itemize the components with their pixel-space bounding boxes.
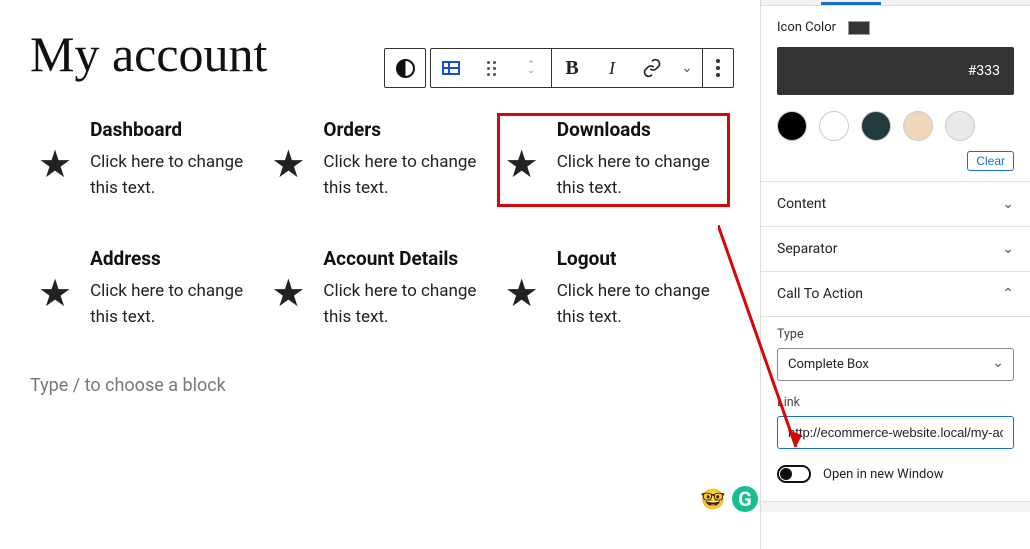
info-box-dashboard[interactable]: ★ Dashboard Click here to change this te… (30, 113, 263, 207)
info-box-desc: Click here to change this text. (557, 149, 722, 202)
info-box-orders[interactable]: ★ Orders Click here to change this text. (263, 113, 496, 207)
link-button[interactable] (632, 49, 672, 87)
info-box-account-details[interactable]: ★ Account Details Click here to change t… (263, 242, 496, 336)
info-box-logout[interactable]: ★ Logout Click here to change this text. (497, 242, 730, 336)
emoji-nerd-icon[interactable]: 🤓 (700, 486, 726, 512)
icon-color-label: Icon Color (777, 20, 836, 35)
bold-button[interactable]: B (552, 49, 592, 87)
sidebar-tabs[interactable] (761, 0, 1030, 6)
palette-swatch[interactable] (903, 111, 933, 141)
grammarly-icon[interactable]: G (732, 486, 758, 512)
star-icon: ★ (38, 146, 72, 184)
contrast-icon (396, 59, 415, 78)
info-box-title: Address (90, 247, 255, 270)
accordion-separator[interactable]: Separator ⌄ (761, 227, 1030, 272)
star-icon: ★ (271, 146, 305, 184)
drag-icon (487, 61, 496, 76)
info-box-title: Downloads (557, 118, 722, 141)
layout-icon (442, 61, 460, 75)
accordion-label: Call To Action (777, 286, 863, 302)
color-palette (761, 105, 1030, 147)
chevron-up-icon: ⌃ (1002, 286, 1014, 302)
info-box-grid: ★ Dashboard Click here to change this te… (30, 113, 730, 335)
layout-button[interactable] (431, 49, 471, 87)
info-box-desc: Click here to change this text. (323, 278, 488, 331)
palette-swatch[interactable] (777, 111, 807, 141)
contrast-button[interactable] (385, 49, 425, 87)
info-box-title: Dashboard (90, 118, 255, 141)
chevron-down-icon: ⌄ (1002, 241, 1014, 257)
accordion-label: Separator (777, 241, 837, 257)
block-toolbar: ⌃⌄ B I ⌄ (384, 48, 738, 88)
settings-sidebar: Icon Color #333 Clear Content ⌄ Separato… (760, 0, 1030, 549)
info-box-title: Account Details (323, 247, 488, 270)
italic-button[interactable]: I (592, 49, 632, 87)
link-icon (642, 58, 662, 78)
info-box-title: Logout (557, 247, 722, 270)
palette-swatch[interactable] (819, 111, 849, 141)
block-inserter-placeholder[interactable]: Type / to choose a block (30, 375, 730, 396)
accordion-content[interactable]: Content ⌄ (761, 182, 1030, 227)
accordion-label: Content (777, 196, 826, 212)
accordion-cta[interactable]: Call To Action ⌃ (761, 272, 1030, 317)
link-label: Link (777, 395, 1014, 410)
icon-color-swatch[interactable] (848, 21, 870, 35)
italic-icon: I (609, 58, 615, 79)
cta-panel: Type Complete Box Link Open in new Windo… (761, 317, 1030, 502)
palette-swatch[interactable] (861, 111, 891, 141)
info-box-address[interactable]: ★ Address Click here to change this text… (30, 242, 263, 336)
chevron-down-icon: ⌄ (1002, 196, 1014, 212)
kebab-icon (716, 59, 720, 77)
chevron-down-icon: ⌄ (681, 60, 693, 76)
open-new-window-label: Open in new Window (823, 467, 944, 482)
palette-swatch[interactable] (945, 111, 975, 141)
info-box-desc: Click here to change this text. (90, 149, 255, 202)
type-label: Type (777, 327, 1014, 342)
sort-icon: ⌃⌄ (527, 62, 535, 75)
star-icon: ★ (505, 275, 539, 313)
link-input[interactable] (777, 416, 1014, 449)
more-options-button[interactable] (703, 49, 733, 87)
info-box-desc: Click here to change this text. (90, 278, 255, 331)
drag-handle[interactable] (471, 49, 511, 87)
assistant-dock: 🤓 G (700, 486, 758, 512)
bold-icon: B (565, 57, 578, 80)
star-icon: ★ (38, 275, 72, 313)
color-hex-field[interactable]: #333 (777, 47, 1014, 95)
open-new-window-toggle[interactable] (777, 465, 811, 483)
star-icon: ★ (271, 275, 305, 313)
more-formatting-button[interactable]: ⌄ (672, 49, 702, 87)
info-box-desc: Click here to change this text. (557, 278, 722, 331)
info-box-title: Orders (323, 118, 488, 141)
type-select[interactable]: Complete Box (777, 348, 1014, 381)
star-icon: ★ (505, 146, 539, 184)
info-box-desc: Click here to change this text. (323, 149, 488, 202)
clear-color-button[interactable]: Clear (967, 151, 1014, 171)
info-box-downloads[interactable]: ★ Downloads Click here to change this te… (497, 113, 730, 207)
move-button[interactable]: ⌃⌄ (511, 49, 551, 87)
